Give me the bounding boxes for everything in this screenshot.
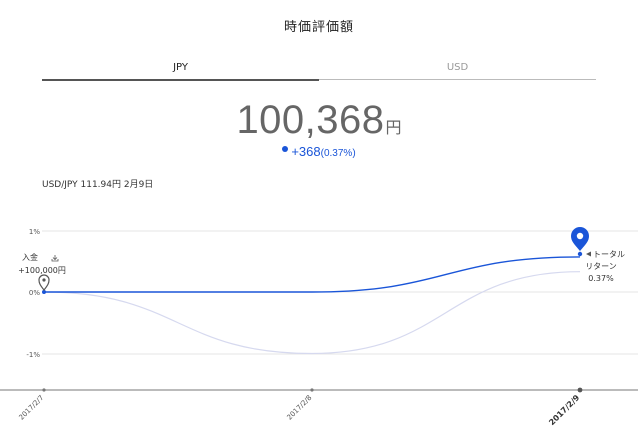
y-tick-label: 0% — [29, 289, 40, 297]
x-tick-label: 2017/2/8 — [286, 394, 314, 422]
series-line-secondary — [43, 271, 581, 355]
x-tick-mark — [310, 388, 314, 392]
total-return-label-1: トータル — [593, 250, 625, 259]
pointer-arrow-icon — [586, 251, 591, 257]
total-return-label-2: リターン — [585, 262, 617, 271]
x-tick-label: 2017/2/7 — [18, 394, 46, 422]
x-tick-mark-active — [577, 387, 583, 393]
performance-chart: 1% 0% -1% 入金 +100,000円 トータル リターン 0.37% 2… — [0, 226, 638, 427]
y-tick-label: -1% — [26, 351, 40, 359]
deposit-marker-icon[interactable] — [38, 274, 50, 291]
total-return-value: 0.37% — [588, 274, 614, 283]
download-icon — [51, 255, 59, 262]
pin-center-icon — [576, 232, 584, 240]
deposit-amount: +100,000円 — [18, 266, 66, 275]
deposit-marker-dot-icon — [42, 278, 46, 282]
series-end-point — [577, 251, 583, 257]
y-tick-label: 1% — [29, 228, 40, 236]
x-tick-mark — [42, 388, 46, 392]
series-line-main — [44, 256, 581, 293]
x-tick-label-active: 2017/2/9 — [547, 393, 581, 427]
deposit-label: 入金 — [22, 252, 38, 262]
